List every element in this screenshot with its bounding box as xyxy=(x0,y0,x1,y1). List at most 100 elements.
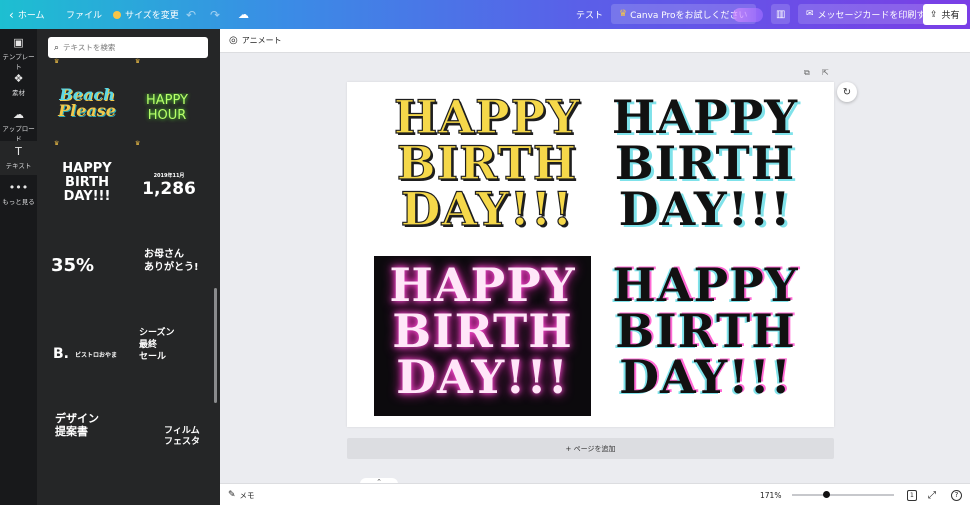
home-button[interactable]: ‹ ホーム xyxy=(9,0,45,29)
help-icon: ? xyxy=(951,489,962,501)
rail-item-elements[interactable]: ❖ 素材 xyxy=(0,72,37,98)
upload-icon: ☁ xyxy=(13,108,24,121)
envelope-icon: ✉ xyxy=(806,9,814,19)
design-text: DAY!!! xyxy=(618,182,792,236)
design-text: HAPPY xyxy=(611,90,799,144)
design-text: DAY!!! xyxy=(619,350,792,404)
design-happy-birthday-yellow[interactable]: HAPPY BIRTH DAY!!! xyxy=(387,93,587,232)
template-design-proposal[interactable]: デザイン 提案書 xyxy=(55,412,115,442)
share-button[interactable]: ⇪ 共有 xyxy=(923,4,967,25)
template-text: フェスタ xyxy=(164,437,201,447)
rail-item-label: テキスト xyxy=(5,162,32,170)
page-count: 1 xyxy=(907,489,917,501)
refresh-icon[interactable]: ↻ xyxy=(837,82,857,102)
design-happy-birthday-cyan-shadow[interactable]: HAPPY BIRTH DAY!!! xyxy=(605,94,805,232)
template-text: HAPPY xyxy=(62,162,112,176)
design-text: BIRTH xyxy=(396,136,578,190)
home-label: ホーム xyxy=(17,11,45,21)
template-text: フィルム xyxy=(164,426,200,436)
search-input[interactable] xyxy=(63,43,194,52)
design-text: BIRTH xyxy=(615,304,796,358)
file-menu-button[interactable]: ファイル xyxy=(66,0,102,29)
top-bar: ‹ ホーム ファイル サイズを変更 ↶ ↷ ☁ テスト ♛ Canva Proを… xyxy=(0,0,970,29)
animate-icon: ◎ xyxy=(229,35,238,46)
design-text: BIRTH xyxy=(392,304,573,358)
help-button[interactable]: ? xyxy=(951,484,962,505)
rail-item-uploads[interactable]: ☁ アップロード xyxy=(0,108,37,144)
elements-icon: ❖ xyxy=(13,72,24,85)
design-text: HAPPY xyxy=(612,258,799,312)
crown-icon: ♛ xyxy=(619,9,628,19)
rail-item-more[interactable]: ••• もっと見る xyxy=(0,181,37,207)
zoom-level[interactable]: 171% xyxy=(760,484,781,505)
template-text: B. xyxy=(53,346,69,362)
cloud-check-icon[interactable]: ☁ xyxy=(238,0,249,29)
template-review-count[interactable]: 2019年11月 1,286 xyxy=(134,172,204,212)
design-text: DAY!!! xyxy=(396,350,569,404)
template-icon: ▣ xyxy=(13,36,24,49)
template-text: BIRTH xyxy=(65,175,109,190)
zoom-slider-knob[interactable] xyxy=(822,491,830,498)
rail-item-label: テンプレート xyxy=(2,53,35,71)
template-text: ありがとう! xyxy=(144,262,199,273)
undo-icon[interactable]: ↶ xyxy=(186,0,196,29)
template-happy-hour[interactable]: HAPPY HOUR xyxy=(137,93,197,133)
template-text: 提案書 xyxy=(55,425,88,438)
design-text: BIRTH xyxy=(614,136,796,190)
template-text: HAPPY xyxy=(145,93,188,108)
print-card-label: メッセージカードを印刷する xyxy=(817,10,935,21)
canva-editor: ‹ ホーム ファイル サイズを変更 ↶ ↷ ☁ テスト ♛ Canva Proを… xyxy=(0,0,970,505)
rail-item-templates[interactable]: ▣ テンプレート xyxy=(0,36,37,72)
template-thank-you-mom[interactable]: お母さん ありがとう! xyxy=(144,248,204,288)
animate-button[interactable]: アニメート xyxy=(242,35,282,46)
design-page[interactable]: HAPPY BIRTH DAY!!! HAPPY BIRTH DAY!!! HA… xyxy=(347,82,834,427)
resize-label: サイズを変更 xyxy=(125,11,179,21)
add-page-button[interactable]: + ページを追加 xyxy=(347,438,834,459)
rail-item-label: 素材 xyxy=(12,89,25,97)
zoom-slider[interactable] xyxy=(792,491,894,498)
print-card-button[interactable]: ✉ メッセージカードを印刷する xyxy=(798,4,943,24)
add-page-icon[interactable]: ⇱ xyxy=(822,68,829,77)
rail-item-label: もっと見る xyxy=(2,198,35,206)
template-film-festa[interactable]: フィルム フェスタ xyxy=(164,426,209,452)
template-bistro[interactable]: B. ビストロおやま xyxy=(53,345,123,363)
template-text: ビストロおやま xyxy=(75,351,118,359)
test-button[interactable]: テスト xyxy=(576,0,603,29)
analytics-icon[interactable]: ▥ xyxy=(771,4,791,24)
text-panel: ⌕ ♛ ♛ Beach Please HAPPY HOUR ♛ ♛ HAPPY … xyxy=(37,29,220,505)
crown-icon: ♛ xyxy=(54,58,60,65)
avatar[interactable] xyxy=(733,8,763,22)
template-text: 35% xyxy=(51,255,95,276)
design-text: HAPPY xyxy=(389,258,576,312)
crown-icon: ♛ xyxy=(54,140,60,147)
crown-icon xyxy=(113,10,121,19)
template-text: HOUR xyxy=(147,108,187,123)
page-count-button[interactable]: 1 xyxy=(907,484,917,505)
template-text: 1,286 xyxy=(142,179,196,199)
rail-item-text[interactable]: T テキスト xyxy=(0,141,37,175)
more-icon: ••• xyxy=(8,181,29,194)
template-happy-birthday[interactable]: HAPPY BIRTH DAY!!! xyxy=(51,162,123,224)
share-label: 共有 xyxy=(941,11,960,21)
template-beach-please[interactable]: Beach Please xyxy=(47,87,127,137)
template-season-sale[interactable]: シーズン 最終 セール xyxy=(139,327,189,369)
notes-icon: ✎ xyxy=(228,490,236,500)
editor-toolbar: ◎ アニメート xyxy=(220,29,970,53)
template-text: お母さん xyxy=(144,249,184,260)
crown-icon: ♛ xyxy=(135,140,141,147)
search-icon: ⌕ xyxy=(54,42,60,53)
notes-button[interactable]: ✎ メモ xyxy=(228,484,255,505)
template-35-percent[interactable]: 35% xyxy=(51,255,106,285)
template-text: Please xyxy=(58,101,116,120)
duplicate-page-icon[interactable]: ⧉ xyxy=(804,68,810,78)
template-text: DAY!!! xyxy=(63,189,111,204)
design-happy-birthday-neon[interactable]: HAPPY BIRTH DAY!!! xyxy=(374,262,591,400)
search-box[interactable]: ⌕ xyxy=(48,37,208,58)
template-text: デザイン xyxy=(55,412,99,425)
redo-icon[interactable]: ↷ xyxy=(210,0,220,29)
resize-button[interactable]: サイズを変更 xyxy=(113,0,179,29)
design-happy-birthday-glitch[interactable]: HAPPY BIRTH DAY!!! xyxy=(603,262,808,400)
fullscreen-icon[interactable]: ⤢ xyxy=(928,484,936,505)
panel-scrollbar[interactable] xyxy=(214,288,217,403)
text-icon: T xyxy=(15,145,22,158)
